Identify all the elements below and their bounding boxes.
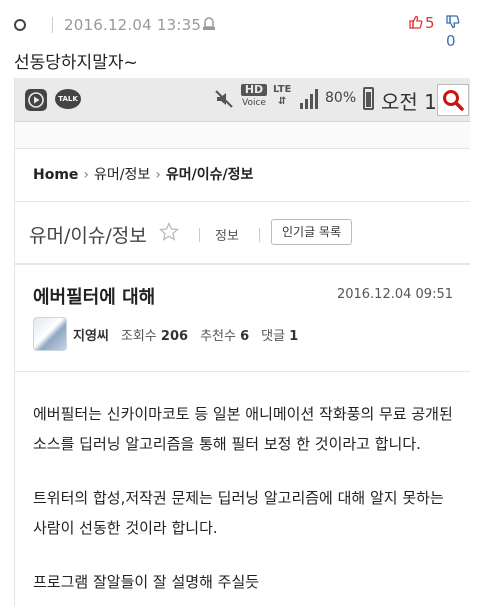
thumbs-down-icon — [446, 15, 460, 29]
recommend-count: 6 — [240, 329, 250, 344]
battery-percent: 80% — [325, 90, 357, 106]
star-icon[interactable] — [159, 222, 179, 242]
hd-voice-icon: HD Voice — [241, 83, 267, 108]
search-icon — [443, 90, 464, 111]
breadcrumb-current[interactable]: 유머/이슈/정보 — [166, 167, 254, 183]
post-content: 에버필터는 신카이마코토 등 일본 애니메이션 작화풍의 무료 공개된 소스를 … — [33, 399, 459, 606]
search-button[interactable] — [437, 84, 469, 116]
thumbs-up-icon — [409, 15, 423, 29]
play-icon — [25, 89, 47, 111]
post-date: 2016.12.04 09:51 — [336, 287, 453, 302]
spacer — [15, 122, 470, 148]
signal-icon — [300, 89, 318, 109]
lte-icon: LTE ⇵ — [273, 84, 292, 107]
talk-icon: TALK — [55, 89, 81, 109]
views-count: 206 — [160, 329, 189, 344]
post-paragraph: 프로그램 잘알들이 잘 설명해 주실듯 — [33, 573, 260, 591]
divider — [15, 201, 470, 202]
board-page: Home › 유머/정보 › 유머/이슈/정보 유머/이슈/정보 정보 인기글 목록 에… — [15, 148, 470, 606]
chevron-right-icon: › — [155, 167, 161, 183]
comment-text: 선동당하지말자~ — [14, 53, 138, 73]
downvote-button[interactable]: 0 — [446, 14, 470, 50]
popular-list-button[interactable]: 인기글 목록 — [271, 219, 353, 245]
author-name[interactable]: 지영씨 — [73, 329, 109, 344]
post-title: 에버필터에 대해 — [33, 287, 156, 308]
battery-icon — [363, 87, 374, 110]
user-circle-icon — [14, 19, 26, 31]
breadcrumb-section[interactable]: 유머/정보 — [94, 167, 150, 183]
comment-date: 2016.12.04 13:35 — [64, 16, 202, 34]
downvote-count: 0 — [446, 32, 456, 50]
embedded-screenshot: TALK HD Voice LTE ⇵ 80% 오전 10: Home › 유머… — [14, 78, 470, 606]
breadcrumb-home[interactable]: Home — [33, 167, 78, 183]
divider — [52, 17, 53, 33]
info-link[interactable]: 정보 — [215, 225, 239, 244]
replies-label: 댓글 — [261, 329, 286, 344]
divider — [199, 228, 200, 242]
post-paragraph: 에버필터는 신카이마코토 등 일본 애니메이션 작화풍의 무료 공개된 소스를 … — [33, 405, 453, 453]
upvote-button[interactable]: 5 — [409, 14, 435, 32]
post-meta: 지영씨 조회수 206 추천수 6 댓글 1 — [73, 325, 298, 344]
status-bar: TALK HD Voice LTE ⇵ 80% 오전 10: — [15, 78, 470, 122]
comment-header: 2016.12.04 13:35 5 0 — [14, 14, 470, 50]
breadcrumb: Home › 유머/정보 › 유머/이슈/정보 — [33, 164, 253, 184]
replies-count: 1 — [289, 329, 299, 344]
report-icon[interactable] — [202, 16, 216, 32]
post-paragraph: 트위터의 합성,저작권 문제는 딥러닝 알고리즘에 대해 알지 못하는 사람이 … — [33, 489, 444, 537]
chevron-right-icon: › — [83, 167, 90, 183]
avatar[interactable] — [33, 317, 67, 351]
divider — [259, 228, 260, 242]
board-title[interactable]: 유머/이슈/정보 — [29, 221, 147, 248]
views-label: 조회수 — [120, 329, 157, 344]
upvote-count: 5 — [425, 14, 435, 32]
mute-icon — [215, 90, 233, 108]
divider — [15, 371, 470, 372]
divider — [15, 263, 470, 265]
recommend-label: 추천수 — [200, 329, 236, 344]
